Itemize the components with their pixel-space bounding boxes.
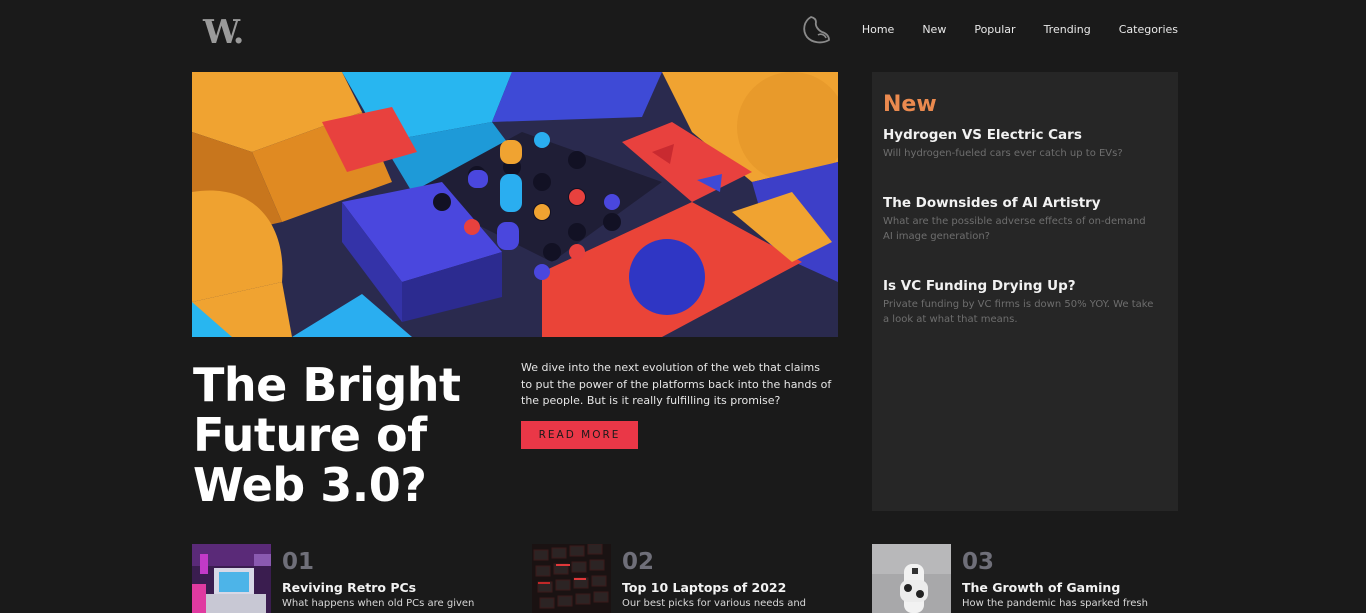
article-card[interactable]: 01 Reviving Retro PCs What happens when … [192,544,492,613]
sidebar-item[interactable]: Is VC Funding Drying Up? Private funding… [883,277,1167,327]
read-more-button[interactable]: READ MORE [521,421,638,449]
article-thumbnail-retro-pc[interactable] [192,544,271,613]
new-sidebar: New Hydrogen VS Electric Cars Will hydro… [872,72,1178,511]
article-title[interactable]: Reviving Retro PCs [282,580,416,596]
nav-popular[interactable]: Popular [960,22,1029,38]
nav-new[interactable]: New [908,22,960,38]
sidebar-item-description: Will hydrogen-fueled cars ever catch up … [883,148,1123,159]
nav-trending[interactable]: Trending [1030,22,1105,38]
nav-home[interactable]: Home [848,22,908,38]
sidebar-item-description: Private funding by VC firms is down 50% … [883,299,1154,325]
nav-categories[interactable]: Categories [1105,22,1178,38]
sidebar-item-title[interactable]: Hydrogen VS Electric Cars [883,126,1167,144]
article-number: 03 [962,549,995,575]
logo-text: W [203,12,235,51]
article-number: 02 [622,549,655,575]
site-logo[interactable]: W. [203,12,244,51]
sidebar-item-title[interactable]: The Downsides of AI Artistry [883,194,1167,212]
page: W. Home New Popular Trending Categories [0,0,1366,613]
article-card[interactable]: 02 Top 10 Laptops of 2022 Our best picks… [532,544,832,613]
hero-image [192,72,838,337]
article-thumbnail-gaming[interactable] [872,544,951,613]
hero-description: We dive into the next evolution of the w… [521,361,832,407]
moon-icon[interactable] [799,14,833,46]
logo-dot: . [232,12,244,51]
article-number: 01 [282,549,315,575]
sidebar-item[interactable]: Hydrogen VS Electric Cars Will hydrogen-… [883,126,1167,161]
main-nav: Home New Popular Trending Categories [848,22,1178,38]
sidebar-item-description: What are the possible adverse effects of… [883,216,1146,242]
article-title[interactable]: The Growth of Gaming [962,580,1120,596]
article-description: What happens when old PCs are given [282,598,475,609]
sidebar-item[interactable]: The Downsides of AI Artistry What are th… [883,194,1167,244]
article-description: Our best picks for various needs and [622,598,807,609]
article-card[interactable]: 03 The Growth of Gaming How the pandemic… [872,544,1172,613]
sidebar-heading: New [883,92,937,117]
article-title[interactable]: Top 10 Laptops of 2022 [622,580,786,596]
article-description: How the pandemic has sparked fresh [962,598,1148,609]
sidebar-item-title[interactable]: Is VC Funding Drying Up? [883,277,1167,295]
hero-title[interactable]: The Bright Future of Web 3.0? [193,360,493,510]
article-thumbnail-laptop[interactable] [532,544,611,613]
